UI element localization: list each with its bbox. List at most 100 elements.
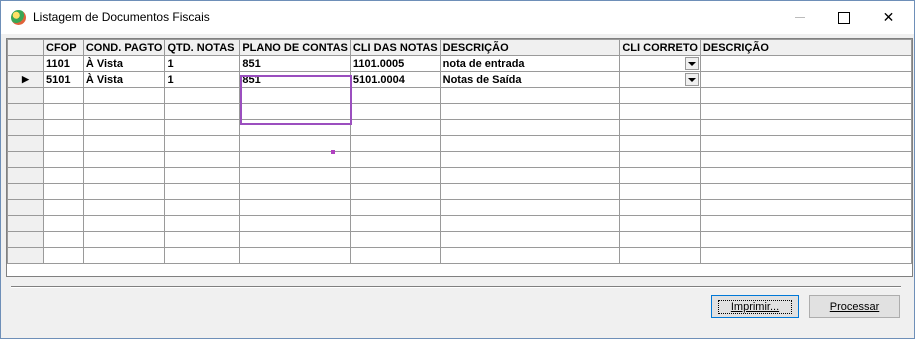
empty-cell[interactable]: [43, 199, 84, 216]
empty-cell[interactable]: [439, 231, 621, 248]
empty-cell[interactable]: [699, 119, 912, 136]
empty-cell[interactable]: [164, 247, 241, 264]
cell-descricao-2[interactable]: [699, 55, 912, 72]
empty-cell[interactable]: [439, 183, 621, 200]
empty-cell[interactable]: [164, 167, 241, 184]
empty-cell[interactable]: [82, 87, 166, 104]
cell-cli-correto[interactable]: [619, 55, 701, 72]
empty-row[interactable]: [7, 119, 912, 136]
dropdown-button[interactable]: [684, 73, 699, 86]
cell-cfop[interactable]: 5101: [43, 71, 84, 88]
row-indicator[interactable]: [7, 55, 44, 72]
empty-cell[interactable]: [699, 247, 912, 264]
empty-row[interactable]: [7, 151, 912, 168]
empty-cell[interactable]: [164, 183, 241, 200]
empty-cell[interactable]: [619, 103, 701, 120]
empty-cell[interactable]: [619, 87, 701, 104]
empty-cell[interactable]: [43, 135, 84, 152]
empty-cell[interactable]: [349, 215, 441, 232]
cell-plano-de-contas[interactable]: 851: [239, 71, 351, 88]
empty-cell[interactable]: [82, 135, 166, 152]
empty-cell[interactable]: [349, 119, 441, 136]
empty-cell[interactable]: [619, 199, 701, 216]
empty-cell[interactable]: [239, 199, 351, 216]
cell-cli-das-notas[interactable]: 1101.0005: [349, 55, 441, 72]
close-button[interactable]: ✕: [866, 1, 911, 34]
empty-cell[interactable]: [43, 151, 84, 168]
empty-cell[interactable]: [82, 183, 166, 200]
column-header-cond-pagto[interactable]: COND. PAGTO: [82, 39, 166, 56]
empty-cell[interactable]: [349, 135, 441, 152]
empty-cell[interactable]: [349, 167, 441, 184]
empty-cell[interactable]: [82, 215, 166, 232]
empty-cell[interactable]: [619, 215, 701, 232]
cell-qtd-notas[interactable]: 1: [164, 71, 241, 88]
empty-row[interactable]: [7, 135, 912, 152]
empty-cell[interactable]: [619, 151, 701, 168]
print-button[interactable]: Imprimir...: [711, 295, 799, 318]
empty-cell[interactable]: [699, 167, 912, 184]
empty-cell[interactable]: [239, 167, 351, 184]
empty-cell[interactable]: [439, 151, 621, 168]
empty-cell[interactable]: [164, 103, 241, 120]
empty-cell[interactable]: [699, 151, 912, 168]
empty-cell[interactable]: [619, 119, 701, 136]
process-button[interactable]: Processar: [809, 295, 900, 318]
empty-cell[interactable]: [239, 119, 351, 136]
row-indicator[interactable]: [7, 247, 44, 264]
empty-cell[interactable]: [619, 247, 701, 264]
empty-cell[interactable]: [239, 247, 351, 264]
empty-row[interactable]: [7, 199, 912, 216]
empty-cell[interactable]: [82, 231, 166, 248]
cell-cli-das-notas[interactable]: 5101.0004: [349, 71, 441, 88]
empty-cell[interactable]: [439, 135, 621, 152]
cell-cli-correto[interactable]: [619, 71, 701, 88]
column-header-qtd-notas[interactable]: QTD. NOTAS: [164, 39, 241, 56]
table-row[interactable]: ▶ 5101 À Vista 1 851 5101.0004 Notas de …: [7, 71, 912, 88]
cell-cfop[interactable]: 1101: [43, 55, 84, 72]
empty-cell[interactable]: [239, 103, 351, 120]
empty-cell[interactable]: [619, 135, 701, 152]
empty-cell[interactable]: [164, 135, 241, 152]
empty-cell[interactable]: [439, 87, 621, 104]
cell-descricao[interactable]: Notas de Saída: [439, 71, 621, 88]
empty-cell[interactable]: [699, 135, 912, 152]
current-row-indicator[interactable]: ▶: [7, 71, 44, 88]
empty-cell[interactable]: [43, 119, 84, 136]
empty-cell[interactable]: [43, 215, 84, 232]
row-indicator[interactable]: [7, 103, 44, 120]
empty-row[interactable]: [7, 87, 912, 104]
empty-row[interactable]: [7, 167, 912, 184]
empty-cell[interactable]: [43, 247, 84, 264]
maximize-button[interactable]: [821, 1, 866, 34]
dropdown-button[interactable]: [684, 57, 699, 70]
empty-cell[interactable]: [43, 87, 84, 104]
empty-cell[interactable]: [439, 215, 621, 232]
empty-cell[interactable]: [239, 215, 351, 232]
empty-cell[interactable]: [43, 183, 84, 200]
column-header-cli-das-notas[interactable]: CLI DAS NOTAS: [349, 39, 441, 56]
empty-cell[interactable]: [699, 231, 912, 248]
empty-cell[interactable]: [349, 247, 441, 264]
empty-cell[interactable]: [164, 199, 241, 216]
row-indicator[interactable]: [7, 183, 44, 200]
empty-cell[interactable]: [619, 183, 701, 200]
empty-cell[interactable]: [164, 87, 241, 104]
cell-descricao[interactable]: nota de entrada: [439, 55, 621, 72]
empty-cell[interactable]: [439, 199, 621, 216]
documents-grid[interactable]: CFOP COND. PAGTO QTD. NOTAS PLANO DE CON…: [6, 38, 913, 277]
row-indicator[interactable]: [7, 119, 44, 136]
empty-cell[interactable]: [82, 247, 166, 264]
column-header-cfop[interactable]: CFOP: [43, 39, 84, 56]
empty-row[interactable]: [7, 231, 912, 248]
empty-cell[interactable]: [349, 231, 441, 248]
empty-cell[interactable]: [82, 151, 166, 168]
empty-cell[interactable]: [164, 231, 241, 248]
empty-cell[interactable]: [82, 199, 166, 216]
empty-cell[interactable]: [164, 119, 241, 136]
empty-cell[interactable]: [82, 167, 166, 184]
empty-cell[interactable]: [699, 199, 912, 216]
empty-row[interactable]: [7, 247, 912, 264]
column-header-cli-correto[interactable]: CLI CORRETO: [619, 39, 701, 56]
empty-cell[interactable]: [43, 231, 84, 248]
